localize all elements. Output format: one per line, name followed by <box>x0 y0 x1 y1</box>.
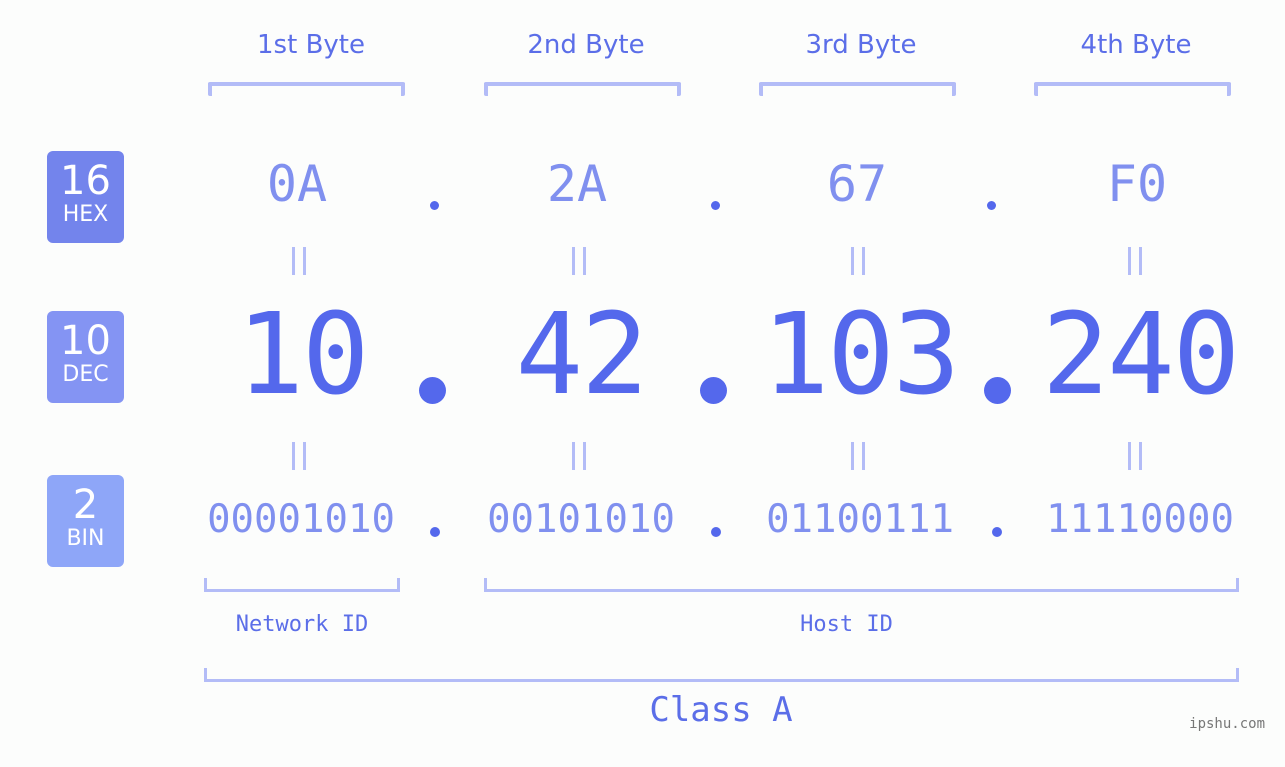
hex-separator-dot <box>711 201 720 210</box>
hex-value-1: 0A <box>266 155 328 213</box>
byte-label-1: 1st Byte <box>257 30 365 60</box>
network-id-label: Network ID <box>235 612 369 637</box>
bin-value-2: 00101010 <box>487 497 675 542</box>
bin-value-4: 11110000 <box>1046 497 1234 542</box>
host-id-label: Host ID <box>800 612 893 637</box>
watermark: ipshu.com <box>1189 716 1265 732</box>
byte-bracket-4 <box>1034 82 1231 96</box>
bin-separator-dot <box>711 527 721 537</box>
class-bracket <box>204 668 1239 682</box>
dec-base-number: 10 <box>60 318 111 364</box>
equals-icon <box>572 442 586 470</box>
bin-base-number: 2 <box>72 482 99 528</box>
dec-value-4: 240 <box>1041 290 1240 420</box>
dec-value-3: 103 <box>761 290 960 420</box>
host-id-bracket <box>484 578 1239 592</box>
dec-value-2: 42 <box>515 290 649 420</box>
equals-icon <box>292 247 306 275</box>
bin-separator-dot <box>992 527 1002 537</box>
dec-base-label: DEC <box>62 362 109 387</box>
bin-value-3: 01100111 <box>766 497 954 542</box>
equals-icon <box>851 442 865 470</box>
hex-value-3: 67 <box>826 155 888 213</box>
byte-bracket-2 <box>484 82 681 96</box>
dec-separator-dot <box>700 377 727 404</box>
hex-separator-dot <box>430 201 439 210</box>
dec-badge: 10 DEC <box>47 311 124 403</box>
equals-icon <box>1128 247 1142 275</box>
equals-icon <box>572 247 586 275</box>
byte-bracket-1 <box>208 82 405 96</box>
hex-separator-dot <box>987 201 996 210</box>
dec-separator-dot <box>419 377 446 404</box>
byte-label-2: 2nd Byte <box>527 30 645 60</box>
equals-icon <box>1128 442 1142 470</box>
byte-label-3: 3rd Byte <box>805 30 917 60</box>
bin-separator-dot <box>430 527 440 537</box>
hex-base-number: 16 <box>60 158 111 204</box>
byte-bracket-3 <box>759 82 956 96</box>
bin-badge: 2 BIN <box>47 475 124 567</box>
hex-value-2: 2A <box>546 155 608 213</box>
byte-label-4: 4th Byte <box>1080 30 1192 60</box>
equals-icon <box>851 247 865 275</box>
bin-value-1: 00001010 <box>207 497 395 542</box>
dec-separator-dot <box>984 377 1011 404</box>
bin-base-label: BIN <box>66 526 105 551</box>
class-label: Class A <box>649 690 793 730</box>
hex-value-4: F0 <box>1106 155 1168 213</box>
hex-base-label: HEX <box>62 202 109 227</box>
dec-value-1: 10 <box>236 290 370 420</box>
hex-badge: 16 HEX <box>47 151 124 243</box>
network-id-bracket <box>204 578 400 592</box>
equals-icon <box>292 442 306 470</box>
